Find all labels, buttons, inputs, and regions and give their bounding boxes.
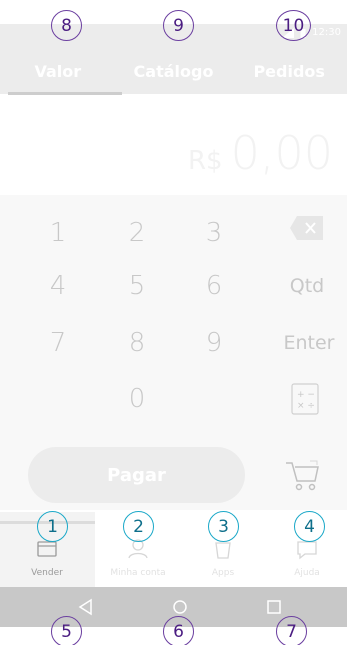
key-8[interactable]: 8 — [107, 323, 167, 363]
amount-value: 0,00 — [230, 126, 333, 180]
key-1[interactable]: 1 — [28, 213, 88, 253]
annotation-5: 5 — [51, 616, 82, 645]
annotation-1: 1 — [37, 511, 68, 542]
key-6[interactable]: 6 — [184, 266, 244, 306]
currency-symbol: R$ — [187, 146, 223, 176]
annotation-4: 4 — [294, 511, 325, 542]
back-icon[interactable] — [74, 595, 98, 619]
key-5[interactable]: 5 — [107, 266, 167, 306]
recents-icon[interactable] — [262, 595, 286, 619]
tab-valor[interactable]: Valor — [0, 60, 116, 88]
tab-bar: Valor Catálogo Pedidos — [0, 60, 347, 88]
key-0[interactable]: 0 — [107, 379, 167, 419]
svg-text:+ −: + − — [297, 390, 315, 400]
app-screen: 12:30 Valor Catálogo Pedidos R$ 0,00 1 2… — [0, 0, 347, 645]
annotation-8: 8 — [51, 10, 82, 41]
tab-pedidos[interactable]: Pedidos — [231, 60, 347, 88]
annotation-3: 3 — [208, 511, 239, 542]
tab-catalogo[interactable]: Catálogo — [116, 60, 232, 88]
backspace-icon[interactable] — [289, 215, 325, 241]
svg-text:× ÷: × ÷ — [297, 401, 315, 411]
key-7[interactable]: 7 — [28, 323, 88, 363]
annotation-2: 2 — [123, 511, 154, 542]
key-3[interactable]: 3 — [184, 213, 244, 253]
pay-button[interactable]: Pagar — [28, 447, 245, 503]
nav-label-ajuda: Ajuda — [294, 568, 320, 578]
calculator-icon[interactable]: + − × ÷ — [291, 383, 319, 415]
status-time: 12:30 — [312, 27, 341, 38]
annotation-9: 9 — [163, 10, 194, 41]
key-9[interactable]: 9 — [184, 323, 244, 363]
nav-label-vender: Vender — [31, 568, 63, 578]
annotation-7: 7 — [276, 616, 307, 645]
active-tab-indicator — [8, 92, 122, 95]
key-2[interactable]: 2 — [107, 213, 167, 253]
cart-icon[interactable] — [284, 459, 320, 493]
nav-label-apps: Apps — [211, 568, 235, 578]
amount-display: R$ 0,00 — [188, 126, 333, 180]
quantity-key[interactable]: Qtd — [277, 266, 337, 306]
enter-key[interactable]: Enter — [279, 323, 339, 363]
nav-label-minha-conta: Minha conta — [110, 568, 166, 578]
annotation-10: 10 — [276, 10, 311, 41]
key-4[interactable]: 4 — [28, 266, 88, 306]
annotation-6: 6 — [163, 616, 194, 645]
